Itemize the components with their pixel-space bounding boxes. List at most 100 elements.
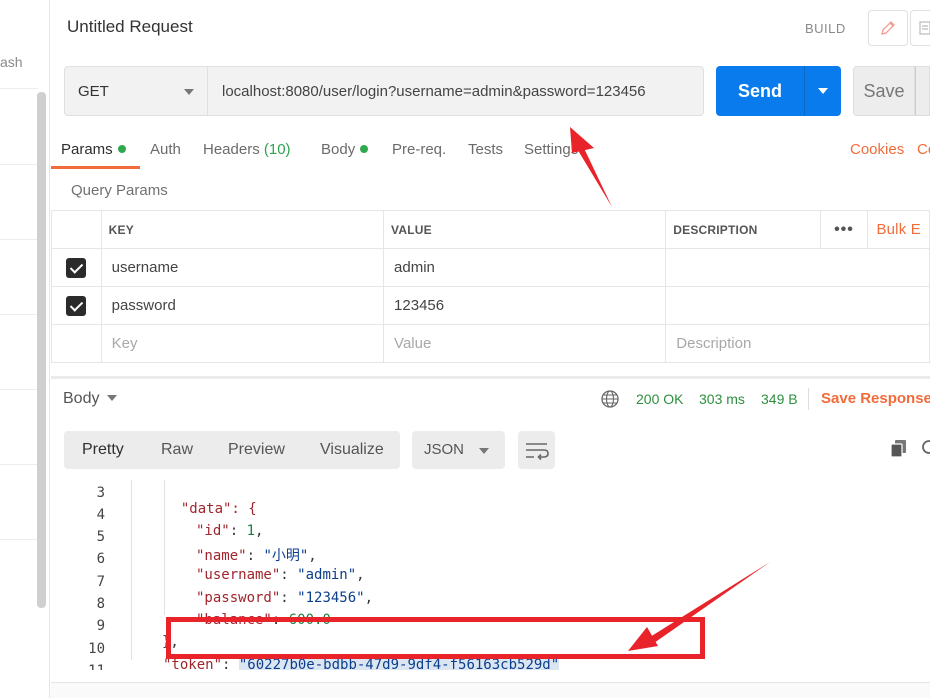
code-line: 4 "id": 1, <box>51 491 930 539</box>
tab-pre-request[interactable]: Pre-req. <box>392 141 446 158</box>
param-description-cell[interactable] <box>665 248 930 287</box>
param-key-cell[interactable]: password <box>100 286 385 325</box>
document-icon <box>919 21 930 35</box>
format-select[interactable]: JSON <box>412 431 505 469</box>
send-options-button[interactable] <box>804 66 841 116</box>
tab-body[interactable]: Body <box>321 141 369 158</box>
table-header-row: KEY VALUE DESCRIPTION ••• Bulk E <box>51 210 930 249</box>
divider <box>808 388 809 410</box>
code-line: 7 "password": "123456", <box>51 558 930 606</box>
tab-settings[interactable]: Settings <box>524 141 579 158</box>
code-link[interactable]: Co <box>917 141 930 158</box>
chevron-down-icon <box>479 448 489 454</box>
table-header-actions: ••• <box>819 210 868 249</box>
response-section-label: Body <box>63 390 100 407</box>
response-size[interactable]: 349 B <box>761 391 798 407</box>
row-checkbox-cell <box>51 324 102 363</box>
url-input[interactable] <box>207 66 704 116</box>
code-line: 6 "username": "admin", <box>51 535 930 583</box>
chevron-down-icon <box>184 89 194 95</box>
annotation-highlight-box <box>166 617 705 659</box>
code-line: 8 "balance": 600.0 <box>51 580 930 628</box>
edit-button[interactable] <box>868 10 908 46</box>
table-header-bulk: Bulk E <box>867 210 930 249</box>
headers-count: (10) <box>263 141 291 158</box>
tab-tests[interactable]: Tests <box>468 141 503 158</box>
tab-label: Body <box>321 141 356 158</box>
request-panel: Untitled Request BUILD GET Send Save Par… <box>51 0 930 698</box>
sidebar: ash <box>0 0 50 698</box>
save-options-button[interactable] <box>915 66 930 116</box>
query-params-table: KEY VALUE DESCRIPTION ••• Bulk E usernam… <box>51 210 930 363</box>
response-view-tabs: Pretty Raw Preview Visualize <box>64 431 400 469</box>
response-section-select[interactable]: Body <box>63 390 118 408</box>
tab-label: Params <box>61 141 113 158</box>
row-checkbox[interactable] <box>66 295 87 316</box>
query-params-heading: Query Params <box>71 182 168 199</box>
active-tab-underline <box>51 166 140 169</box>
active-indicator-dot <box>360 145 369 153</box>
tab-params[interactable]: Params <box>61 141 126 158</box>
view-tab-raw[interactable]: Raw <box>161 441 193 459</box>
copy-icon[interactable] <box>889 438 909 458</box>
response-time[interactable]: 303 ms <box>699 391 745 407</box>
panel-resize-divider[interactable] <box>51 376 930 379</box>
row-checkbox[interactable] <box>66 257 87 278</box>
save-button[interactable]: Save <box>853 66 915 116</box>
row-checkbox-cell <box>51 286 102 325</box>
chevron-down-icon <box>818 88 828 94</box>
sidebar-divider <box>0 239 38 240</box>
sidebar-divider <box>0 539 38 540</box>
param-value-cell[interactable]: 123456 <box>383 286 667 325</box>
documentation-button[interactable] <box>910 10 930 46</box>
new-value-input[interactable]: Value <box>383 324 667 363</box>
param-description-cell[interactable] <box>665 286 930 325</box>
format-value: JSON <box>424 441 465 458</box>
line-number: 11 <box>51 663 105 670</box>
chevron-down-icon <box>107 395 118 401</box>
table-header-value: VALUE <box>383 210 667 249</box>
wrap-lines-button[interactable] <box>518 431 555 469</box>
row-checkbox-cell <box>51 248 102 287</box>
save-response-button[interactable]: Save Response <box>821 390 930 407</box>
status-code[interactable]: 200 OK <box>636 391 683 407</box>
sidebar-divider <box>0 88 38 89</box>
view-tab-pretty[interactable]: Pretty <box>82 441 124 459</box>
wrap-lines-icon <box>526 443 549 461</box>
sidebar-scrollbar[interactable] <box>37 92 46 608</box>
table-header-checkbox-col <box>51 210 102 249</box>
globe-icon[interactable] <box>600 389 620 409</box>
code-line: 5 "name": "小明", <box>51 513 930 564</box>
more-options-icon[interactable]: ••• <box>834 221 854 238</box>
sidebar-divider <box>0 389 38 390</box>
tab-headers[interactable]: Headers (10) <box>203 141 291 158</box>
request-title[interactable]: Untitled Request <box>67 17 193 37</box>
status-bar <box>51 682 930 698</box>
param-key-cell[interactable]: username <box>100 248 385 287</box>
sidebar-divider <box>0 464 38 465</box>
send-button[interactable]: Send <box>716 66 804 116</box>
http-method-value: GET <box>78 82 109 100</box>
view-tab-visualize[interactable]: Visualize <box>320 441 384 459</box>
tab-label: Headers <box>203 141 260 158</box>
cookies-link[interactable]: Cookies <box>850 141 904 158</box>
bulk-edit-link[interactable]: Bulk E <box>876 221 921 238</box>
search-icon[interactable] <box>919 438 930 458</box>
title-bar: Untitled Request BUILD <box>51 0 930 55</box>
sidebar-divider <box>0 164 38 165</box>
build-mode-label[interactable]: BUILD <box>805 21 846 36</box>
new-description-input[interactable]: Description <box>665 324 930 363</box>
view-tab-preview[interactable]: Preview <box>228 441 285 459</box>
sidebar-divider <box>0 314 38 315</box>
tab-auth[interactable]: Auth <box>150 141 181 158</box>
http-method-select[interactable]: GET <box>64 66 207 116</box>
param-value-cell[interactable]: admin <box>383 248 667 287</box>
table-row-empty: Key Value Description <box>51 324 930 363</box>
table-header-description: DESCRIPTION <box>665 210 821 249</box>
new-key-input[interactable]: Key <box>100 324 385 363</box>
sidebar-truncated-label: ash <box>0 54 23 70</box>
table-row: username admin <box>51 248 930 287</box>
request-tabs: Params Auth Headers (10) Body Pre-req. T… <box>51 130 930 170</box>
table-row: password 123456 <box>51 286 930 325</box>
table-header-key: KEY <box>100 210 385 249</box>
